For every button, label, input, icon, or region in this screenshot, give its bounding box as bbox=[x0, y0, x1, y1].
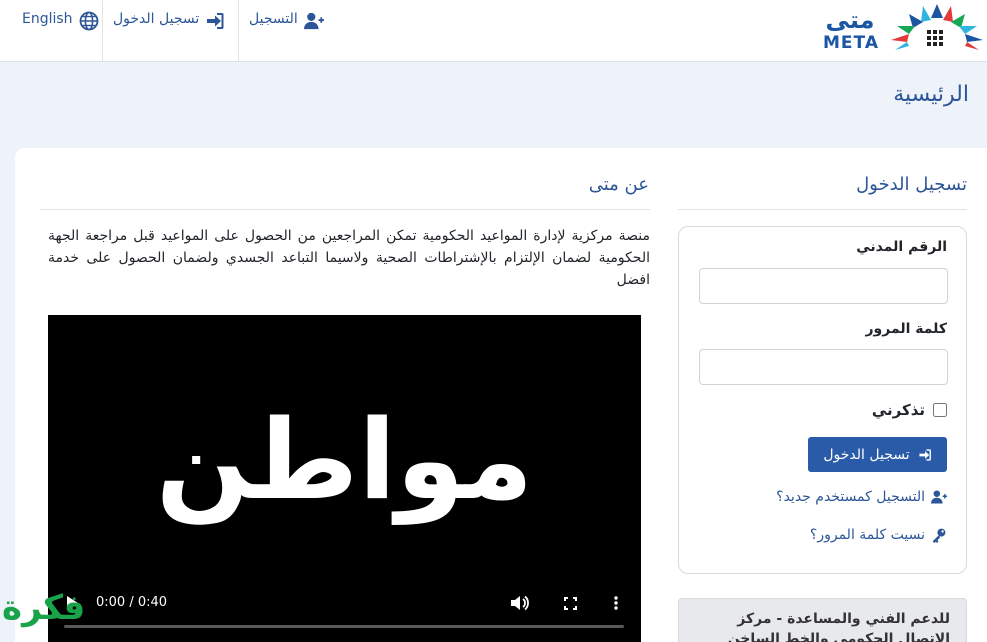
logo-emblem-icon bbox=[891, 4, 983, 50]
nav-register-link[interactable]: التسجيل bbox=[239, 0, 339, 62]
remember-me-label: تذكرني bbox=[871, 401, 925, 419]
sign-in-icon bbox=[205, 11, 225, 31]
login-heading-divider bbox=[678, 209, 967, 210]
login-submit-button[interactable]: تسجيل الدخول bbox=[808, 437, 947, 472]
password-input[interactable] bbox=[699, 349, 948, 385]
user-plus-icon bbox=[931, 490, 947, 504]
nav-login-link[interactable]: تسجيل الدخول bbox=[103, 0, 239, 62]
key-icon bbox=[932, 528, 946, 543]
fullscreen-icon[interactable] bbox=[560, 593, 580, 613]
nav-register-label: التسجيل bbox=[249, 11, 298, 27]
globe-icon bbox=[79, 11, 99, 31]
support-text: للدعم الفني والمساعدة - مركز الاتصال الح… bbox=[727, 611, 950, 642]
user-plus-icon bbox=[303, 11, 324, 31]
nav-links: English تسجيل الدخول التسجيل bbox=[0, 0, 339, 62]
login-submit-label: تسجيل الدخول bbox=[823, 446, 910, 463]
volume-icon[interactable] bbox=[510, 593, 530, 613]
civil-id-label: الرقم المدني bbox=[856, 239, 947, 255]
about-description: منصة مركزية لإدارة المواعيد الحكومية تمك… bbox=[48, 228, 650, 288]
video-overlay-word: مواطن bbox=[155, 396, 534, 524]
forgot-password-link[interactable]: نسيت كلمة المرور؟ bbox=[810, 527, 947, 543]
register-new-user-label: التسجيل كمستخدم جديد؟ bbox=[776, 489, 925, 505]
remember-me-checkbox[interactable] bbox=[933, 403, 947, 417]
breadcrumb-bar: الرئيسية bbox=[0, 62, 987, 132]
support-panel: للدعم الفني والمساعدة - مركز الاتصال الح… bbox=[678, 598, 967, 642]
nav-login-label: تسجيل الدخول bbox=[113, 11, 200, 27]
more-options-icon[interactable] bbox=[608, 593, 624, 613]
breadcrumb-home[interactable]: الرئيسية bbox=[893, 82, 969, 107]
remember-me[interactable]: تذكرني bbox=[872, 401, 947, 419]
watermark-text: فكرة bbox=[2, 588, 86, 628]
about-heading: عن متى bbox=[588, 174, 649, 195]
password-label: كلمة المرور bbox=[865, 321, 947, 337]
logo-latin-text: META bbox=[823, 33, 879, 53]
meta-logo[interactable]: متى META bbox=[815, 0, 987, 58]
nav-english-label: English bbox=[22, 11, 73, 27]
login-form: الرقم المدني كلمة المرور تذكرني تسجيل ال… bbox=[678, 226, 967, 574]
nav-english-link[interactable]: English bbox=[0, 0, 103, 62]
watermark-logo: فكرة bbox=[0, 580, 150, 642]
login-heading: تسجيل الدخول bbox=[856, 174, 967, 195]
top-navbar: English تسجيل الدخول التسجيل متى META bbox=[0, 0, 987, 62]
forgot-password-label: نسيت كلمة المرور؟ bbox=[809, 527, 925, 543]
civil-id-input[interactable] bbox=[699, 268, 948, 304]
register-new-user-link[interactable]: التسجيل كمستخدم جديد؟ bbox=[776, 489, 947, 505]
logo-arabic-text: متى bbox=[825, 6, 875, 34]
sign-in-icon bbox=[919, 448, 931, 461]
main-card: تسجيل الدخول عن متى منصة مركزية لإدارة ا… bbox=[15, 148, 987, 642]
about-heading-divider bbox=[40, 209, 650, 210]
